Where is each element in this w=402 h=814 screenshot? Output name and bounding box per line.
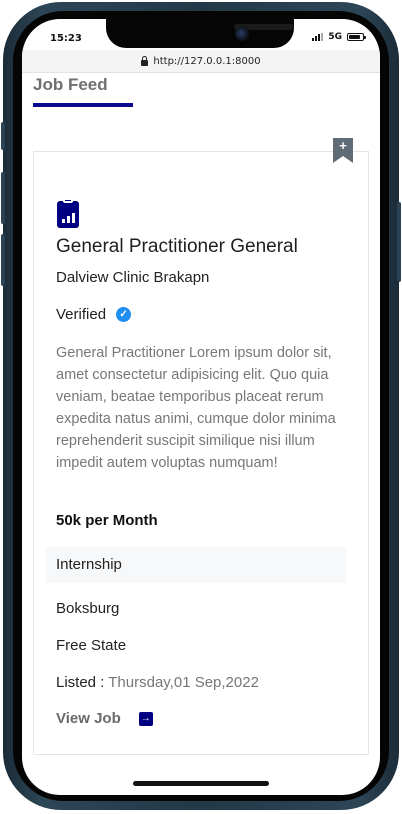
address-bar[interactable]: http://127.0.0.1:8000 (22, 50, 380, 73)
url-text: http://127.0.0.1:8000 (153, 55, 261, 67)
job-card: + General Practitioner General Dalview C… (33, 138, 369, 755)
job-description: General Practitioner Lorem ipsum dolor s… (56, 345, 336, 471)
status-time: 15:23 (50, 33, 82, 44)
company-name: Dalview Clinic Brakapn (56, 269, 210, 286)
volume-down-button (1, 234, 5, 286)
arrow-right-icon: → (138, 711, 153, 726)
status-indicators: 5G (312, 32, 366, 42)
view-job-label: View Job (56, 710, 121, 727)
network-label: 5G (328, 32, 342, 42)
verified-check-icon: ✓ (116, 307, 132, 322)
listed-label: Listed : (56, 674, 109, 691)
job-type: Internship (46, 547, 346, 583)
phone-screen: 15:23 5G http://127.0.0.1:8000 Job Feed … (22, 19, 380, 795)
page-content: Job Feed + General Practitioner General … (22, 73, 380, 795)
job-salary: 50k per Month (56, 512, 158, 529)
job-title: General Practitioner General (56, 236, 298, 257)
notch (106, 19, 294, 48)
section-underline (33, 103, 133, 107)
view-job-link[interactable]: View Job → (56, 710, 153, 727)
mute-switch (1, 122, 5, 150)
volume-up-button (1, 172, 5, 224)
job-province: Free State (56, 637, 127, 654)
clipboard-chart-icon (57, 198, 79, 228)
verified-status: Verified ✓ (56, 306, 132, 323)
job-city: Boksburg (56, 600, 120, 617)
home-indicator[interactable] (133, 781, 269, 786)
lock-icon (141, 55, 149, 66)
battery-icon (347, 33, 366, 41)
bookmark-icon[interactable]: + (333, 138, 353, 163)
signal-icon (312, 33, 324, 41)
listed-date: Thursday,01 Sep,2022 (108, 674, 259, 691)
verified-label: Verified (56, 306, 107, 323)
power-button (397, 202, 401, 282)
listed-info: Listed : Thursday,01 Sep,2022 (56, 674, 259, 691)
front-camera (235, 27, 249, 41)
section-title: Job Feed (33, 75, 108, 94)
